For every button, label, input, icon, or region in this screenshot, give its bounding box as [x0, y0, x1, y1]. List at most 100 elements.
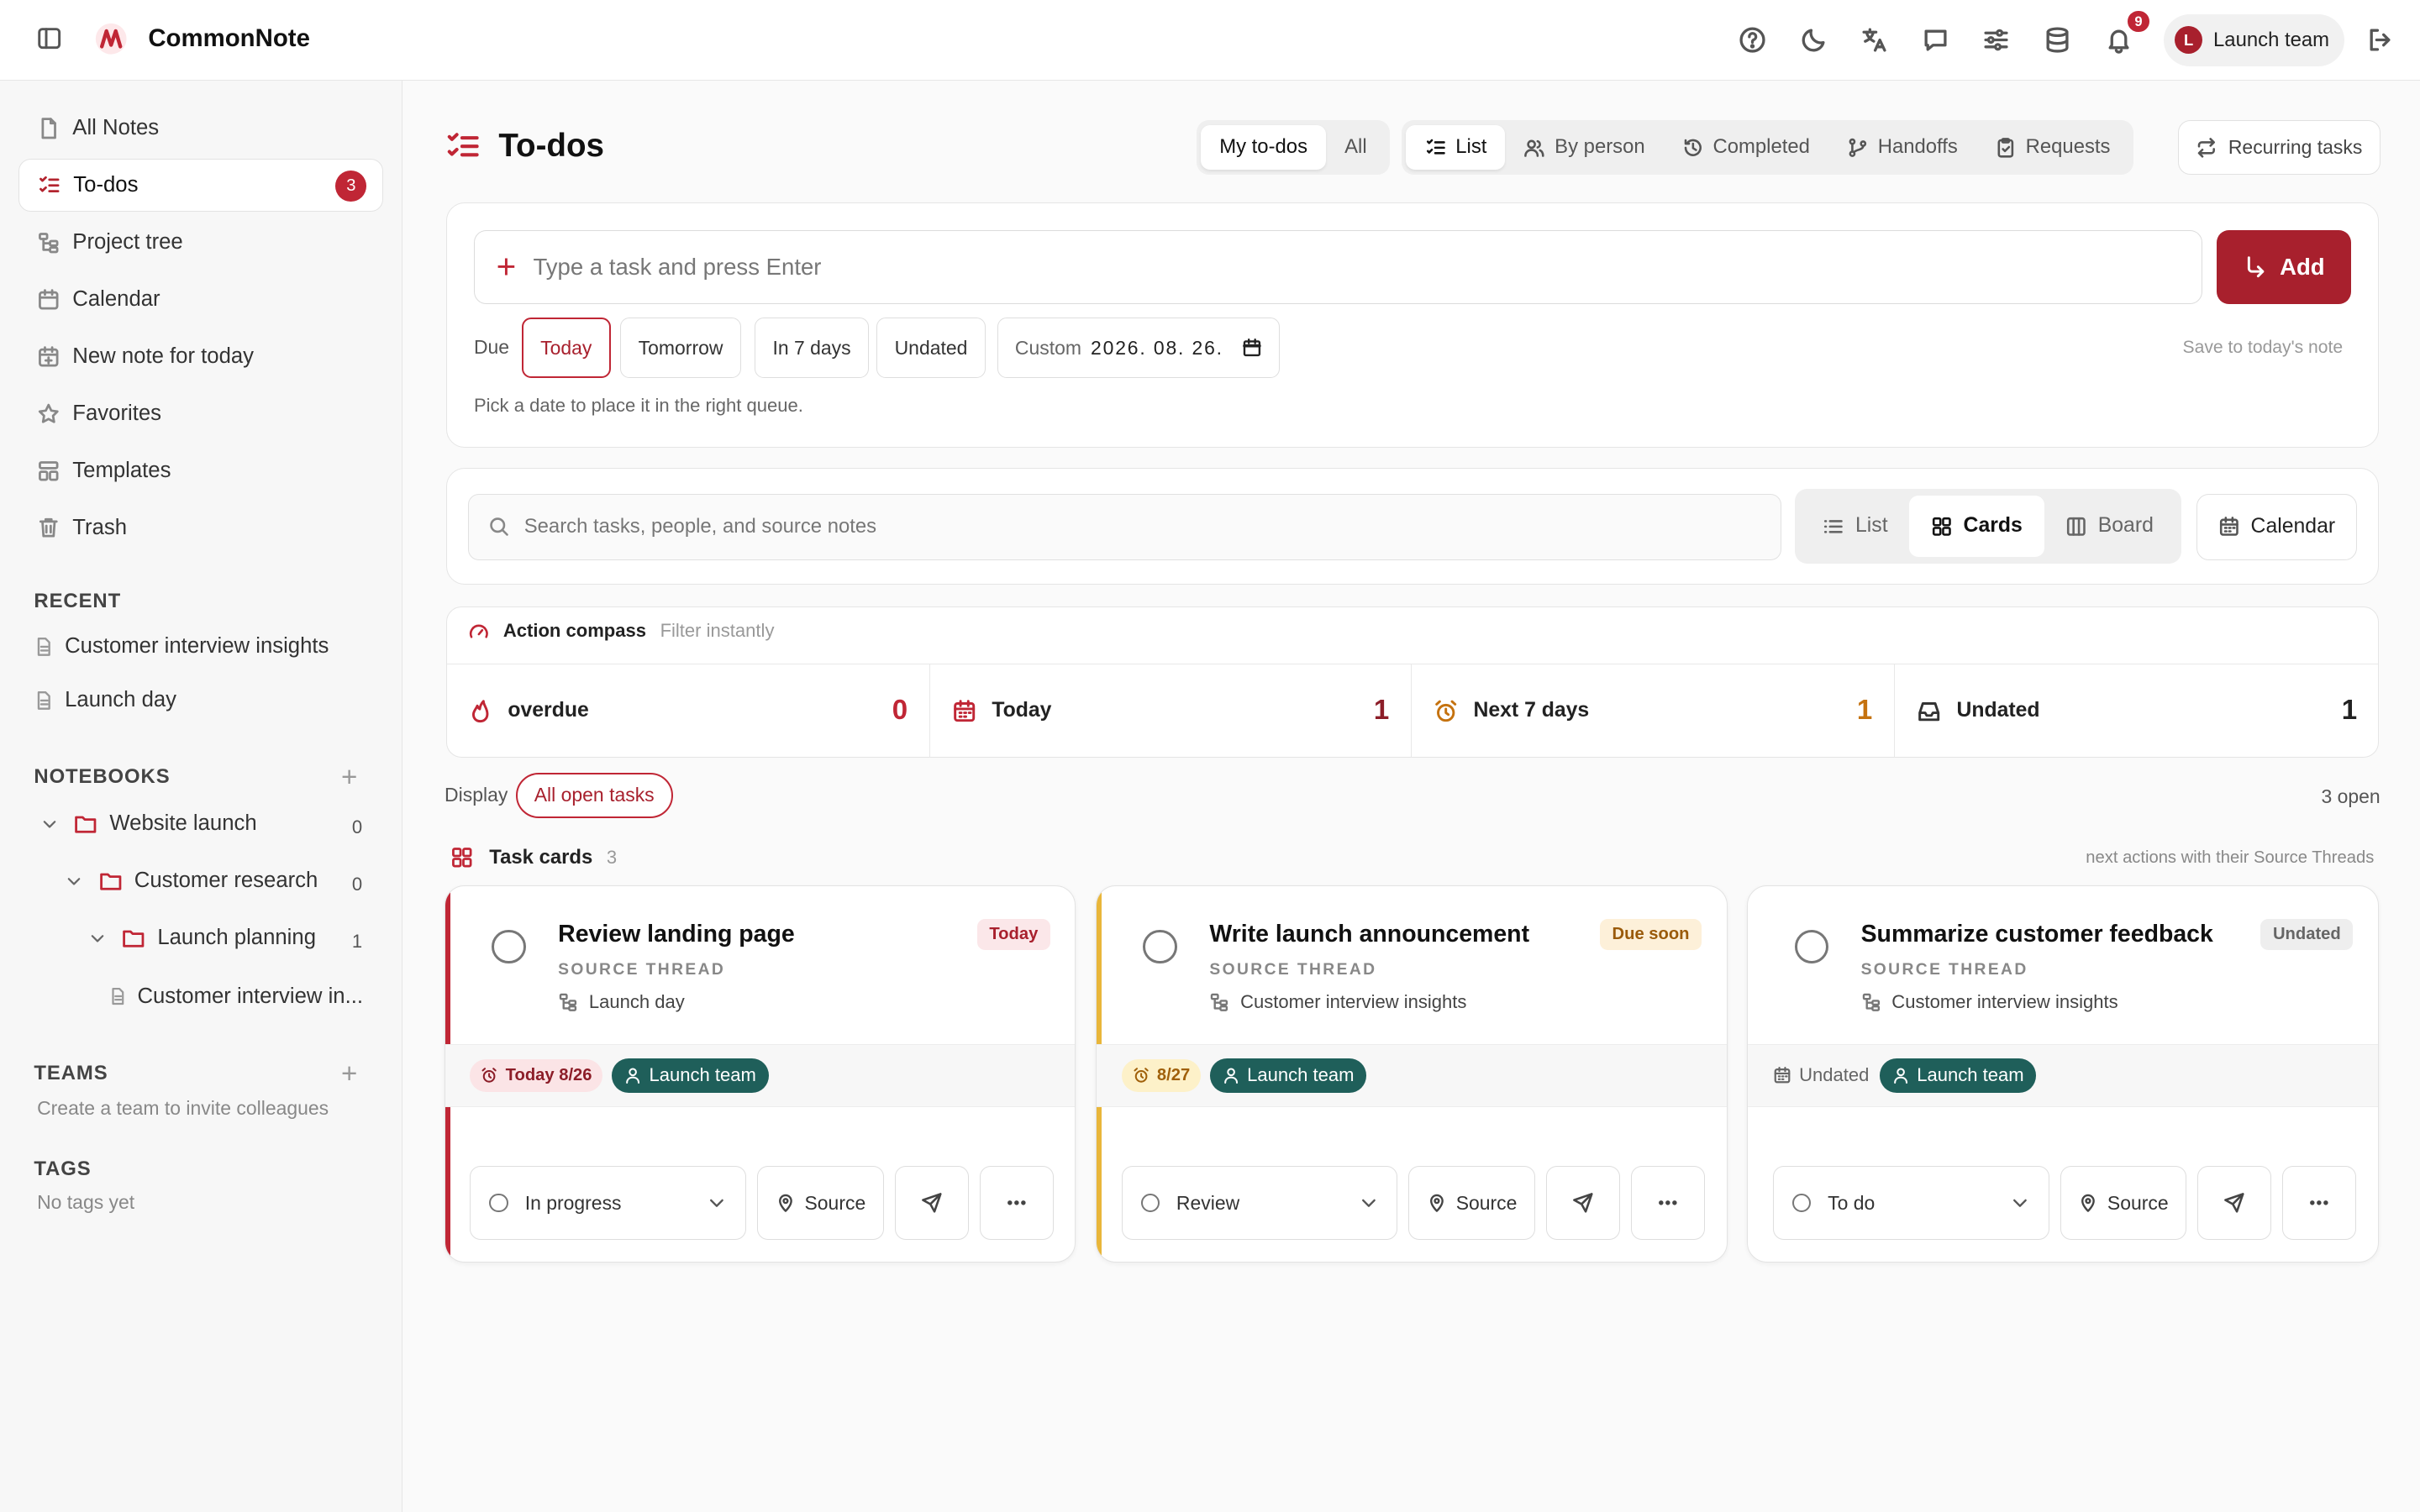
stat-undated[interactable]: Undated 1: [1893, 663, 2379, 758]
sidebar-item-all-notes[interactable]: All Notes: [18, 102, 383, 154]
sidebar-item-trash[interactable]: Trash: [18, 501, 383, 554]
due-undated-button[interactable]: Undated: [876, 318, 986, 379]
chevron-down-icon[interactable]: [65, 872, 83, 890]
stat-next-7-days[interactable]: Next 7 days 1: [1411, 663, 1894, 758]
task-title[interactable]: Review landing page: [558, 921, 795, 948]
scope-all[interactable]: All: [1326, 125, 1386, 170]
more-button[interactable]: [2282, 1165, 2357, 1241]
team-tag[interactable]: Launch team: [1210, 1058, 1367, 1093]
task-input[interactable]: [533, 253, 1923, 281]
task-card[interactable]: Summarize customer feedback Undated SOUR…: [1747, 885, 2379, 1263]
recurring-tasks-button[interactable]: Recurring tasks: [2178, 120, 2381, 175]
moon-icon[interactable]: [1798, 24, 1829, 55]
tree-icon: [1211, 994, 1228, 1012]
sidebar-item-project-tree[interactable]: Project tree: [18, 216, 383, 268]
database-icon[interactable]: [2042, 24, 2073, 55]
calendar-view-button[interactable]: Calendar: [2196, 493, 2358, 560]
due-date-tag[interactable]: Today 8/26: [470, 1059, 603, 1092]
task-title[interactable]: Summarize customer feedback: [1861, 921, 2213, 948]
due-date-tag[interactable]: Undated: [1773, 1064, 1869, 1086]
task-input-field[interactable]: +: [473, 229, 2203, 304]
tab-completed[interactable]: Completed: [1664, 125, 1828, 170]
teams-heading: TEAMS: [34, 1061, 108, 1084]
tab-list[interactable]: List: [1406, 124, 1506, 171]
notebook-item[interactable]: Launch planning: [88, 926, 316, 950]
custom-date-picker[interactable]: Custom 2026. 08. 26.: [997, 318, 1280, 379]
task-card[interactable]: Write launch announcement Due soon SOURC…: [1096, 885, 1728, 1263]
sidebar-item-favorites[interactable]: Favorites: [18, 387, 383, 439]
layout-list[interactable]: List: [1802, 496, 1910, 557]
logout-icon[interactable]: [2366, 26, 2394, 54]
complete-checkbox[interactable]: [1143, 929, 1177, 964]
layout-cards[interactable]: Cards: [1909, 495, 2044, 558]
task-card[interactable]: Review landing page Today SOURCE THREAD …: [445, 885, 1076, 1263]
source-thread-link[interactable]: Customer interview insights: [1209, 991, 1466, 1013]
notebook-note-item[interactable]: Customer interview in...: [108, 984, 363, 1009]
tab-by-person[interactable]: By person: [1505, 125, 1663, 170]
source-button[interactable]: Source: [1408, 1165, 1535, 1241]
source-thread-link[interactable]: Launch day: [558, 991, 685, 1013]
page-title: To-dos: [498, 128, 604, 165]
todo-count-badge: 3: [335, 171, 367, 202]
task-title[interactable]: Write launch announcement: [1209, 921, 1529, 948]
due-today-button[interactable]: Today: [521, 318, 611, 379]
add-task-button[interactable]: Add: [2216, 229, 2351, 304]
save-to-note-text[interactable]: Save to today's note: [2183, 338, 2344, 358]
source-button[interactable]: Source: [2060, 1165, 2187, 1241]
more-button[interactable]: [1630, 1165, 1705, 1241]
chat-icon[interactable]: [1920, 24, 1951, 55]
star-icon: [38, 403, 59, 423]
chevron-down-icon[interactable]: [88, 929, 107, 948]
recent-item[interactable]: Launch day: [34, 688, 176, 712]
tab-requests[interactable]: Requests: [1976, 125, 2129, 170]
status-select[interactable]: In progress: [470, 1165, 747, 1241]
team-switcher[interactable]: L Launch team: [2164, 13, 2345, 66]
layout-board[interactable]: Board: [2044, 496, 2175, 557]
due-date-tag[interactable]: 8/27: [1121, 1059, 1202, 1092]
more-button[interactable]: [979, 1165, 1054, 1241]
translate-icon[interactable]: [1860, 24, 1891, 55]
stat-overdue[interactable]: overdue 0: [445, 663, 929, 758]
bell-icon[interactable]: 9: [2103, 9, 2151, 55]
sidebar-item-new-note-today[interactable]: New note for today: [18, 330, 383, 382]
user-icon: [1223, 1068, 1238, 1084]
calendar-icon[interactable]: [1242, 338, 1262, 358]
team-tag-label: Launch team: [649, 1064, 756, 1086]
stat-today[interactable]: Today 1: [929, 663, 1411, 758]
chevron-down-icon[interactable]: [40, 815, 59, 833]
help-icon[interactable]: [1737, 24, 1768, 55]
add-team-icon[interactable]: +: [341, 1060, 357, 1088]
source-button[interactable]: Source: [757, 1165, 884, 1241]
recent-item[interactable]: Customer interview insights: [34, 634, 329, 659]
sliders-icon[interactable]: [1981, 24, 2012, 55]
sidebar-item-calendar[interactable]: Calendar: [18, 273, 383, 325]
due-tomorrow-button[interactable]: Tomorrow: [620, 318, 741, 379]
notebook-item[interactable]: Website launch: [40, 811, 257, 836]
search-field[interactable]: [467, 493, 1781, 560]
notebook-item[interactable]: Customer research: [65, 869, 318, 893]
topbar-actions: 9 L Launch team: [1737, 0, 2420, 81]
sidebar-toggle-icon[interactable]: [37, 26, 61, 50]
layout-label: Board: [2097, 514, 2154, 538]
team-tag[interactable]: Launch team: [612, 1058, 769, 1093]
custom-date-value[interactable]: 2026. 08. 26.: [1091, 337, 1223, 360]
team-tag[interactable]: Launch team: [1880, 1058, 2037, 1093]
search-input[interactable]: [523, 515, 1605, 539]
add-notebook-icon[interactable]: +: [341, 764, 357, 791]
send-button[interactable]: [1545, 1165, 1620, 1241]
tab-handoffs[interactable]: Handoffs: [1828, 125, 1976, 170]
complete-checkbox[interactable]: [492, 929, 526, 964]
display-filter-chip[interactable]: All open tasks: [515, 773, 673, 818]
send-button[interactable]: [2196, 1165, 2272, 1241]
sidebar-item-templates[interactable]: Templates: [18, 444, 383, 496]
template-icon: [39, 460, 59, 480]
scope-my-todos[interactable]: My to-dos: [1201, 124, 1327, 171]
status-select[interactable]: Review: [1121, 1165, 1398, 1241]
complete-checkbox[interactable]: [1794, 929, 1828, 964]
send-button[interactable]: [894, 1165, 969, 1241]
source-thread-link[interactable]: Customer interview insights: [1861, 991, 2118, 1013]
due-7-days-button[interactable]: In 7 days: [755, 318, 869, 379]
sidebar-item-todos[interactable]: To-dos 3: [18, 159, 383, 212]
map-pin-icon: [1429, 1194, 1444, 1212]
status-select[interactable]: To do: [1772, 1165, 2049, 1241]
